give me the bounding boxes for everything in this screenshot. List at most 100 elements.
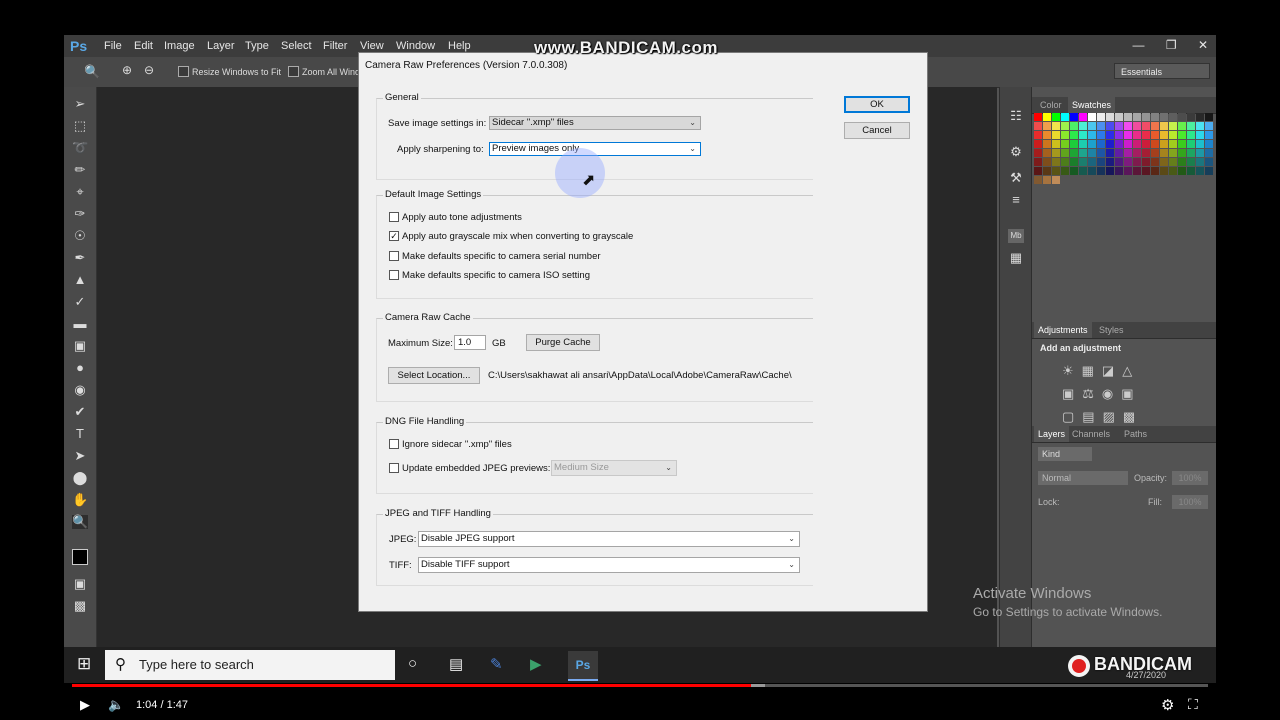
- swatch[interactable]: [1187, 113, 1195, 121]
- swatch[interactable]: [1070, 122, 1078, 130]
- marquee-tool-icon[interactable]: ⬚: [72, 119, 88, 133]
- swatch[interactable]: [1079, 167, 1087, 175]
- swatch[interactable]: [1169, 149, 1177, 157]
- hand-tool-icon[interactable]: ✋: [72, 493, 88, 507]
- clone-stamp-icon[interactable]: ▲: [72, 273, 88, 287]
- timeline-icon[interactable]: ▦: [1008, 251, 1024, 265]
- swatch[interactable]: [1088, 176, 1096, 184]
- swatch[interactable]: [1205, 131, 1213, 139]
- swatch[interactable]: [1097, 131, 1105, 139]
- swatch[interactable]: [1205, 140, 1213, 148]
- swatch[interactable]: [1160, 140, 1168, 148]
- serial-number-checkbox[interactable]: [389, 251, 399, 261]
- swatch[interactable]: [1088, 122, 1096, 130]
- swatch[interactable]: [1115, 176, 1123, 184]
- swatch[interactable]: [1061, 176, 1069, 184]
- windows-start-icon[interactable]: ⊞: [77, 654, 91, 674]
- swatch[interactable]: [1151, 176, 1159, 184]
- swatch[interactable]: [1133, 167, 1141, 175]
- swatch[interactable]: [1160, 167, 1168, 175]
- notepad-app-icon[interactable]: ✎: [490, 655, 503, 673]
- swatch[interactable]: [1070, 176, 1078, 184]
- swatch[interactable]: [1079, 149, 1087, 157]
- swatch[interactable]: [1142, 149, 1150, 157]
- swatch[interactable]: [1079, 131, 1087, 139]
- update-jpeg-previews-checkbox[interactable]: [389, 463, 399, 473]
- swatch[interactable]: [1115, 122, 1123, 130]
- menu-layer[interactable]: Layer: [207, 40, 235, 52]
- swatch[interactable]: [1124, 158, 1132, 166]
- swatch[interactable]: [1142, 167, 1150, 175]
- zoom-in-icon[interactable]: ⊕: [122, 63, 132, 77]
- swatch[interactable]: [1169, 158, 1177, 166]
- swatch[interactable]: [1196, 140, 1204, 148]
- swatch[interactable]: [1070, 113, 1078, 121]
- swatch[interactable]: [1070, 149, 1078, 157]
- swatch[interactable]: [1205, 167, 1213, 175]
- swatch[interactable]: [1097, 158, 1105, 166]
- swatch[interactable]: [1142, 113, 1150, 121]
- swatch[interactable]: [1097, 167, 1105, 175]
- swatch[interactable]: [1133, 158, 1141, 166]
- healing-brush-icon[interactable]: ☉: [72, 229, 88, 243]
- swatch[interactable]: [1178, 167, 1186, 175]
- swatch[interactable]: [1178, 140, 1186, 148]
- swatch[interactable]: [1052, 131, 1060, 139]
- crop-tool-icon[interactable]: ⌖: [72, 185, 88, 199]
- zoom-all-checkbox[interactable]: [288, 66, 299, 77]
- swatch[interactable]: [1124, 149, 1132, 157]
- minimize-icon[interactable]: —: [1132, 38, 1144, 52]
- swatch[interactable]: [1052, 113, 1060, 121]
- swatch[interactable]: [1043, 113, 1051, 121]
- swatch[interactable]: [1106, 140, 1114, 148]
- swatch[interactable]: [1187, 122, 1195, 130]
- swatch[interactable]: [1124, 140, 1132, 148]
- swatch[interactable]: [1187, 149, 1195, 157]
- swatch[interactable]: [1196, 176, 1204, 184]
- ok-button[interactable]: OK: [844, 96, 910, 113]
- eraser-icon[interactable]: ▬: [72, 317, 88, 331]
- restore-icon[interactable]: ❐: [1166, 38, 1177, 52]
- lasso-tool-icon[interactable]: ➰: [72, 141, 88, 155]
- opacity-field[interactable]: 100%: [1172, 471, 1208, 485]
- swatch[interactable]: [1052, 158, 1060, 166]
- swatch[interactable]: [1169, 140, 1177, 148]
- swatch[interactable]: [1142, 122, 1150, 130]
- brush-tool-icon[interactable]: ✒: [72, 251, 88, 265]
- dodge-tool-icon[interactable]: ◉: [72, 383, 88, 397]
- swatch[interactable]: [1115, 167, 1123, 175]
- swatch[interactable]: [1034, 167, 1042, 175]
- swatch[interactable]: [1133, 149, 1141, 157]
- swatch[interactable]: [1061, 140, 1069, 148]
- swatch[interactable]: [1061, 122, 1069, 130]
- swatch[interactable]: [1124, 167, 1132, 175]
- tiff-handling-select[interactable]: Disable TIFF support ⌄: [418, 557, 800, 573]
- swatch[interactable]: [1160, 122, 1168, 130]
- swatch[interactable]: [1115, 131, 1123, 139]
- swatch[interactable]: [1115, 140, 1123, 148]
- swatch[interactable]: [1070, 167, 1078, 175]
- swatch[interactable]: [1106, 131, 1114, 139]
- swatch[interactable]: [1106, 176, 1114, 184]
- swatch[interactable]: [1115, 158, 1123, 166]
- swatch[interactable]: [1196, 149, 1204, 157]
- tab-swatches[interactable]: Swatches: [1068, 97, 1116, 113]
- swatch[interactable]: [1187, 158, 1195, 166]
- adjustment-icons[interactable]: ☀▦◪△ ▣⚖◉▣ ▢▤▨▩: [1062, 359, 1192, 428]
- zoom-tool-icon[interactable]: 🔍: [72, 515, 88, 529]
- swatch[interactable]: [1070, 131, 1078, 139]
- swatch[interactable]: [1196, 113, 1204, 121]
- tab-adjustments[interactable]: Adjustments: [1034, 322, 1092, 338]
- swatch[interactable]: [1205, 113, 1213, 121]
- tab-layers[interactable]: Layers: [1034, 426, 1070, 442]
- play-icon[interactable]: ▶: [80, 697, 90, 713]
- swatch[interactable]: [1106, 149, 1114, 157]
- swatch[interactable]: [1088, 149, 1096, 157]
- swatch[interactable]: [1061, 113, 1069, 121]
- swatch[interactable]: [1052, 176, 1060, 184]
- swatch[interactable]: [1061, 131, 1069, 139]
- menu-view[interactable]: View: [360, 40, 384, 52]
- swatches-grid[interactable]: [1034, 113, 1213, 185]
- swatch[interactable]: [1142, 158, 1150, 166]
- iso-setting-checkbox[interactable]: [389, 270, 399, 280]
